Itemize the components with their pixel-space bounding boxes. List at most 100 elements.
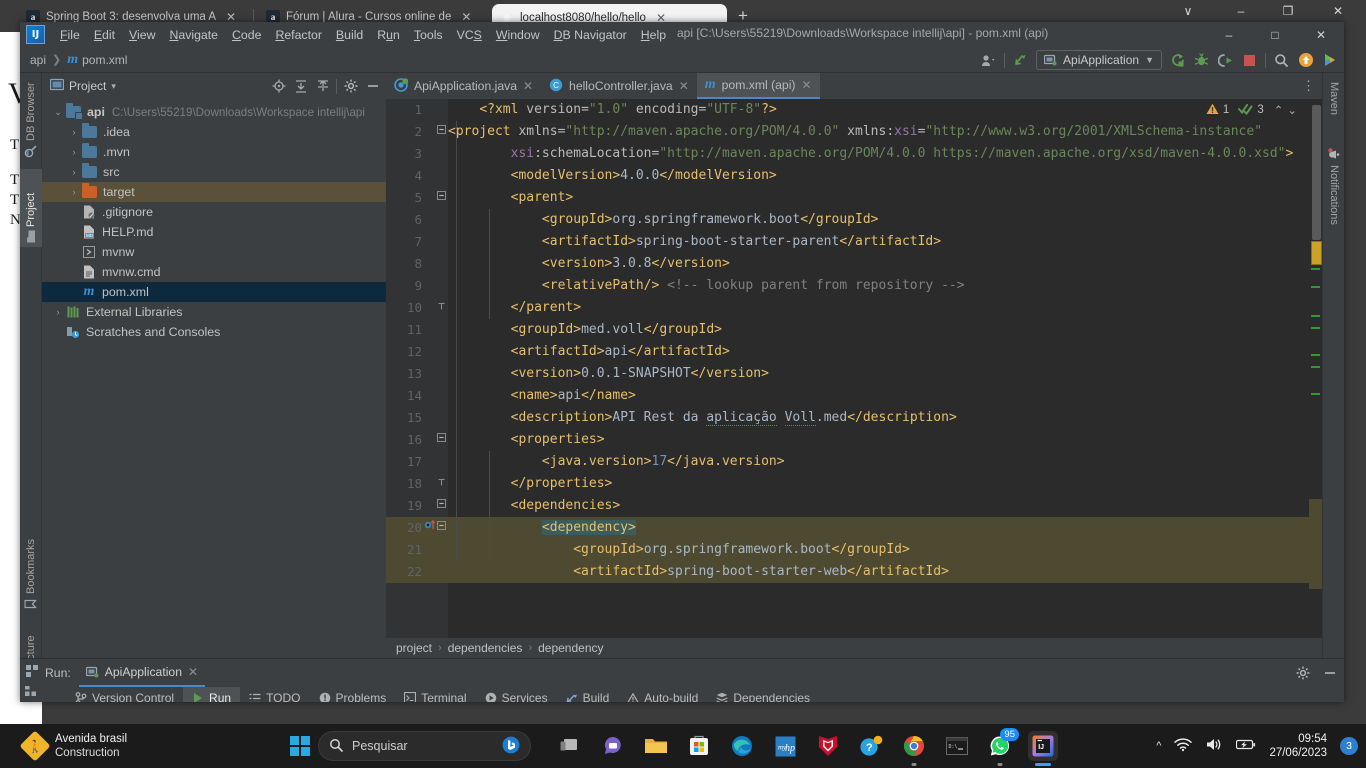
notification-badge[interactable]: 3 — [1340, 737, 1358, 755]
debug-icon[interactable] — [1193, 52, 1210, 69]
navbar-crumb-pom[interactable]: pom.xml — [82, 53, 127, 67]
editor-tab-hellocontroller[interactable]: C helloController.java ✕ — [541, 73, 697, 99]
code-line[interactable]: 12 <artifactId>api</artifactId> — [386, 341, 1322, 363]
code-line[interactable]: 10 </parent> — [386, 297, 1322, 319]
chevron-right-icon[interactable]: › — [66, 187, 82, 197]
ide-minimize-button[interactable]: – — [1206, 22, 1252, 47]
menu-tools[interactable]: Tools — [407, 25, 450, 45]
fold-collapse-icon[interactable] — [436, 495, 447, 517]
myhp-icon[interactable]: my hp — [770, 731, 800, 761]
expand-all-icon[interactable] — [292, 78, 309, 95]
close-icon[interactable]: ✕ — [188, 665, 198, 679]
code-line[interactable]: 19 <dependencies> — [386, 495, 1322, 517]
inspection-widget[interactable]: 1 3 ⌃ ⌄ — [1206, 101, 1297, 119]
menu-edit[interactable]: Edit — [87, 25, 122, 45]
fold-collapse-icon[interactable] — [436, 517, 447, 539]
code-line[interactable]: 20 <dependency> — [386, 517, 1322, 539]
run-icon[interactable] — [1169, 52, 1186, 69]
run-coverage-icon[interactable] — [1217, 52, 1234, 69]
code-line[interactable]: 15 <description>API Rest da aplicação Vo… — [386, 407, 1322, 429]
bottom-tab-auto-build[interactable]: Auto-build — [618, 687, 707, 702]
minimize-icon[interactable] — [1321, 664, 1338, 681]
editor-tab-pom-xml[interactable]: m pom.xml (api) ✕ — [696, 73, 820, 99]
code-line[interactable]: 2 <project xmlns="http://maven.apache.org… — [386, 121, 1322, 143]
tree-node-mvn[interactable]: › .mvn — [42, 142, 386, 162]
terminal-icon[interactable]: D:\ — [942, 731, 972, 761]
bottom-tab-todo[interactable]: TODO — [240, 687, 309, 702]
tool-tab-bookmarks[interactable]: Bookmarks — [20, 533, 42, 615]
breadcrumb-item-project[interactable]: project — [396, 641, 432, 655]
code-line[interactable]: 5 <parent> — [386, 187, 1322, 209]
code-line[interactable]: 9 <relativePath/> <!-- lookup parent fro… — [386, 275, 1322, 297]
tool-tab-project[interactable]: Project — [20, 169, 42, 247]
updates-icon[interactable] — [1297, 52, 1314, 69]
code-line[interactable]: 11 <groupId>med.voll</groupId> — [386, 319, 1322, 341]
tree-node-scratches[interactable]: Scratches and Consoles — [42, 322, 386, 342]
prev-problem-icon[interactable]: ⌃ — [1274, 103, 1284, 117]
menu-window[interactable]: Window — [489, 25, 547, 45]
teams-chat-icon[interactable] — [598, 731, 628, 761]
feature-trainer-icon[interactable] — [1321, 52, 1338, 69]
browser-minimize-button[interactable]: – — [1228, 4, 1254, 18]
chrome-icon[interactable] — [899, 731, 929, 766]
chevron-down-icon[interactable]: ▾ — [111, 81, 116, 92]
code-line[interactable]: 8 <version>3.0.8</version> — [386, 253, 1322, 275]
ide-close-button[interactable]: ✕ — [1298, 22, 1344, 47]
taskbar-clock[interactable]: 09:54 27/06/2023 — [1269, 732, 1327, 761]
fold-collapse-icon[interactable] — [436, 121, 447, 143]
close-icon[interactable]: ✕ — [523, 79, 533, 93]
run-configuration-selector[interactable]: ApiApplication ▼ — [1036, 50, 1162, 70]
tool-tab-db-browser[interactable]: DB Browser — [20, 77, 42, 163]
vcs-update-icon[interactable] — [1012, 52, 1029, 69]
battery-icon[interactable] — [1236, 738, 1256, 754]
bing-copilot-icon[interactable] — [502, 736, 520, 757]
ide-maximize-button[interactable]: □ — [1252, 22, 1298, 47]
chevron-right-icon[interactable]: › — [66, 167, 82, 177]
tool-tab-maven[interactable]: Maven — [1323, 77, 1344, 133]
bottom-tab-version-control[interactable]: Version Control — [66, 687, 183, 702]
bottom-tab-run[interactable]: Run — [183, 687, 241, 702]
bottom-tab-problems[interactable]: Problems — [310, 687, 396, 702]
gear-icon[interactable] — [1294, 664, 1311, 681]
tool-tab-notifications[interactable]: Notifications — [1323, 143, 1344, 261]
fold-end-icon[interactable] — [436, 297, 447, 319]
chevron-right-icon[interactable]: › — [50, 307, 66, 317]
close-icon[interactable]: ✕ — [679, 79, 689, 93]
tree-node-mvnw-cmd[interactable]: mvnw.cmd — [42, 262, 386, 282]
menu-view[interactable]: View — [122, 25, 162, 45]
chevron-right-icon[interactable]: › — [66, 147, 82, 157]
breadcrumb-item-dependency[interactable]: dependency — [538, 641, 603, 655]
account-icon[interactable] — [980, 52, 997, 69]
breadcrumb-item-dependencies[interactable]: dependencies — [448, 641, 523, 655]
chevron-down-icon[interactable]: ⌄ — [50, 107, 66, 118]
tree-node-external-libraries[interactable]: › External Libraries — [42, 302, 386, 322]
browser-chevron-icon[interactable]: ∨ — [1175, 4, 1201, 18]
navbar-crumb-api[interactable]: api — [30, 53, 46, 67]
menu-db-navigator[interactable]: DB Navigator — [547, 25, 634, 45]
microsoft-store-icon[interactable] — [684, 731, 714, 761]
whatsapp-icon[interactable]: 95 — [985, 728, 1019, 766]
menu-refactor[interactable]: Refactor — [268, 25, 328, 45]
wifi-icon[interactable] — [1174, 737, 1193, 755]
code-lines[interactable]: 1 <?xml version="1.0" encoding="UTF-8"?>… — [386, 99, 1322, 638]
code-line[interactable]: 13 <version>0.0.1-SNAPSHOT</version> — [386, 363, 1322, 385]
intellij-idea-icon[interactable]: IJ — [1028, 731, 1058, 766]
editor-tab-apiapplication[interactable]: ApiApplication.java ✕ — [386, 73, 541, 99]
tree-node-pom-xml[interactable]: m pom.xml — [42, 282, 386, 302]
code-line[interactable]: 16 <properties> — [386, 429, 1322, 451]
code-line[interactable]: 3 xsi:schemaLocation="http://maven.apach… — [386, 143, 1322, 165]
menu-help[interactable]: Help — [634, 25, 673, 45]
code-line[interactable]: 17 <java.version>17</java.version> — [386, 451, 1322, 473]
tree-node-src[interactable]: › src — [42, 162, 386, 182]
search-input[interactable]: Pesquisar — [318, 731, 531, 761]
code-line[interactable]: 7 <artifactId>spring-boot-starter-parent… — [386, 231, 1322, 253]
windows-start-icon[interactable] — [290, 736, 310, 756]
editor-marker-bar[interactable] — [1309, 99, 1322, 638]
search-everywhere-icon[interactable] — [1273, 52, 1290, 69]
menu-build[interactable]: Build — [329, 25, 370, 45]
bottom-tab-services[interactable]: Services — [476, 687, 557, 702]
menu-file[interactable]: FFileile — [53, 25, 87, 45]
bottom-tab-build[interactable]: Build — [557, 687, 619, 702]
code-line[interactable]: 1 <?xml version="1.0" encoding="UTF-8"?> — [386, 99, 1322, 121]
settings-gear-icon[interactable] — [342, 78, 359, 95]
